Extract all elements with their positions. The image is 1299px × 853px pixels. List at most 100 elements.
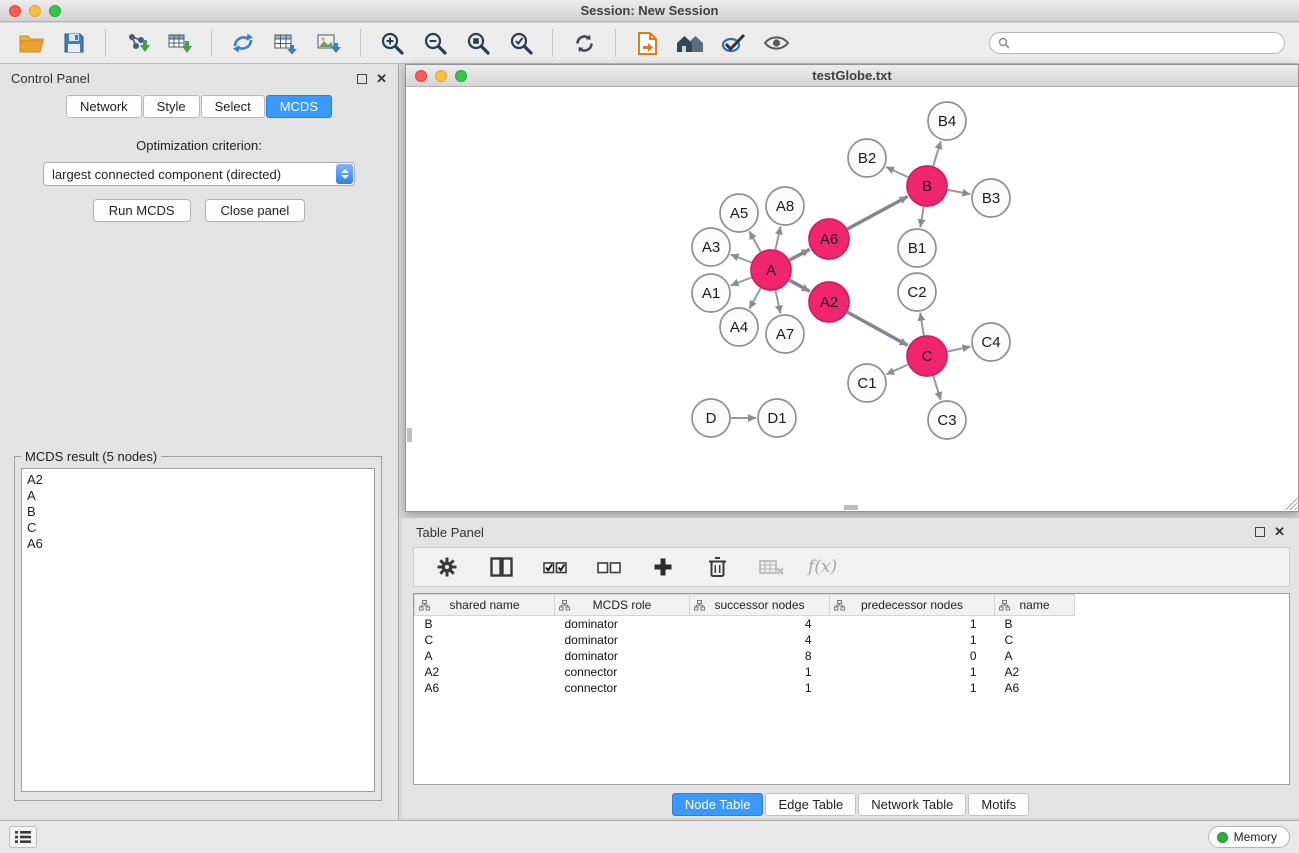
table-settings-button[interactable] [430,551,464,583]
network-graph[interactable]: B4B2BB3A8A5A6A3B1AC2A1A2A4A7C4CC1DD1C3 [406,88,1298,511]
memory-button[interactable]: Memory [1208,826,1290,848]
zoom-out-button[interactable] [418,27,452,59]
minimize-network-button[interactable] [435,70,447,82]
zoom-window-button[interactable] [49,5,61,17]
task-history-button[interactable] [9,826,37,848]
table-row[interactable]: Adominator80A [415,648,1290,664]
edge-A-A4[interactable] [749,288,760,308]
table-row[interactable]: A6connector11A6 [415,680,1290,696]
edge-B-B4[interactable] [933,141,941,166]
search-input[interactable] [1015,36,1276,50]
zoom-network-button[interactable] [455,70,467,82]
close-panel-icon[interactable]: ✕ [376,74,387,84]
close-panel-button[interactable]: Close panel [205,199,306,222]
column-header-shared-name[interactable]: shared name [415,595,555,616]
tab-edge-table[interactable]: Edge Table [765,793,856,816]
import-network-button[interactable] [120,27,154,59]
first-neighbors-button[interactable] [630,27,664,59]
edge-A-A5[interactable] [749,231,760,251]
node-C1[interactable]: C1 [848,364,886,402]
zoom-in-button[interactable] [375,27,409,59]
float-table-panel-icon[interactable] [1255,527,1265,537]
function-builder-button[interactable]: f(x) [808,557,837,577]
node-B1[interactable]: B1 [898,229,936,267]
edge-A-A7[interactable] [776,291,781,314]
new-network-button[interactable] [226,27,260,59]
edge-B-B3[interactable] [948,190,971,194]
result-item-A6[interactable]: A6 [27,536,369,552]
tab-network[interactable]: Network [66,95,142,118]
node-C2[interactable]: C2 [898,273,936,311]
edge-C-C2[interactable] [920,313,924,336]
edge-A-A6[interactable] [790,249,810,260]
result-item-A[interactable]: A [27,488,369,504]
open-file-button[interactable] [14,27,48,59]
delete-table-button[interactable] [754,551,788,583]
apply-layout-button[interactable] [567,27,601,59]
node-A8[interactable]: A8 [766,187,804,225]
table-row[interactable]: A2connector11A2 [415,664,1290,680]
float-panel-icon[interactable] [357,74,367,84]
criterion-dropdown[interactable]: largest connected component (directed) [43,162,355,186]
tab-network-table[interactable]: Network Table [858,793,966,816]
tab-motifs[interactable]: Motifs [968,793,1029,816]
tab-node-table[interactable]: Node Table [672,793,764,816]
edge-C-C1[interactable] [886,365,908,375]
delete-column-button[interactable] [700,551,734,583]
node-A5[interactable]: A5 [720,194,758,232]
node-D1[interactable]: D1 [758,399,796,437]
node-A3[interactable]: A3 [692,228,730,266]
node-A1[interactable]: A1 [692,274,730,312]
deselect-all-rows-button[interactable] [592,551,626,583]
node-B4[interactable]: B4 [928,102,966,140]
close-window-button[interactable] [9,5,21,17]
edge-A-A2[interactable] [789,280,809,291]
tab-mcds[interactable]: MCDS [266,95,332,118]
horizontal-scrollbar-thumb[interactable] [844,505,858,510]
network-window-titlebar[interactable]: testGlobe.txt [406,65,1298,87]
add-column-button[interactable] [646,551,680,583]
run-mcds-button[interactable]: Run MCDS [93,199,191,222]
node-D[interactable]: D [692,399,730,437]
result-item-B[interactable]: B [27,504,369,520]
column-visibility-button[interactable] [484,551,518,583]
tab-select[interactable]: Select [201,95,265,118]
node-A6[interactable]: A6 [809,219,849,259]
result-item-C[interactable]: C [27,520,369,536]
edge-C-C4[interactable] [948,347,971,352]
node-C[interactable]: C [907,336,947,376]
close-network-button[interactable] [415,70,427,82]
table-row[interactable]: Bdominator41B [415,616,1290,632]
edge-B-B1[interactable] [920,207,923,228]
save-session-button[interactable] [57,27,91,59]
edge-A-A3[interactable] [731,255,752,263]
column-header-MCDS-role[interactable]: MCDS role [555,595,690,616]
node-C4[interactable]: C4 [972,323,1010,361]
column-header-name[interactable]: name [995,595,1075,616]
mcds-result-list[interactable]: A2ABCA6 [21,468,375,792]
hide-panels-button[interactable] [673,27,707,59]
node-C3[interactable]: C3 [928,401,966,439]
select-all-rows-button[interactable] [538,551,572,583]
node-B2[interactable]: B2 [848,139,886,177]
result-item-A2[interactable]: A2 [27,472,369,488]
edge-A6-B[interactable] [848,197,908,230]
node-A[interactable]: A [751,250,791,290]
edge-A-A1[interactable] [731,278,752,286]
import-table-button[interactable] [163,27,197,59]
node-B[interactable]: B [907,166,947,206]
tab-style[interactable]: Style [143,95,200,118]
node-table-container[interactable]: shared nameMCDS rolesuccessor nodesprede… [413,593,1290,785]
edge-A2-C[interactable] [847,312,907,345]
column-header-successor-nodes[interactable]: successor nodes [690,595,830,616]
node-A4[interactable]: A4 [720,308,758,346]
search-box[interactable] [989,32,1285,54]
edge-C-C3[interactable] [933,376,940,400]
edge-A-A8[interactable] [776,227,781,250]
close-table-panel-icon[interactable]: ✕ [1274,527,1285,537]
graphics-details-button[interactable] [716,27,750,59]
new-table-button[interactable] [269,27,303,59]
column-header-predecessor-nodes[interactable]: predecessor nodes [830,595,995,616]
node-B3[interactable]: B3 [972,179,1010,217]
node-A7[interactable]: A7 [766,315,804,353]
